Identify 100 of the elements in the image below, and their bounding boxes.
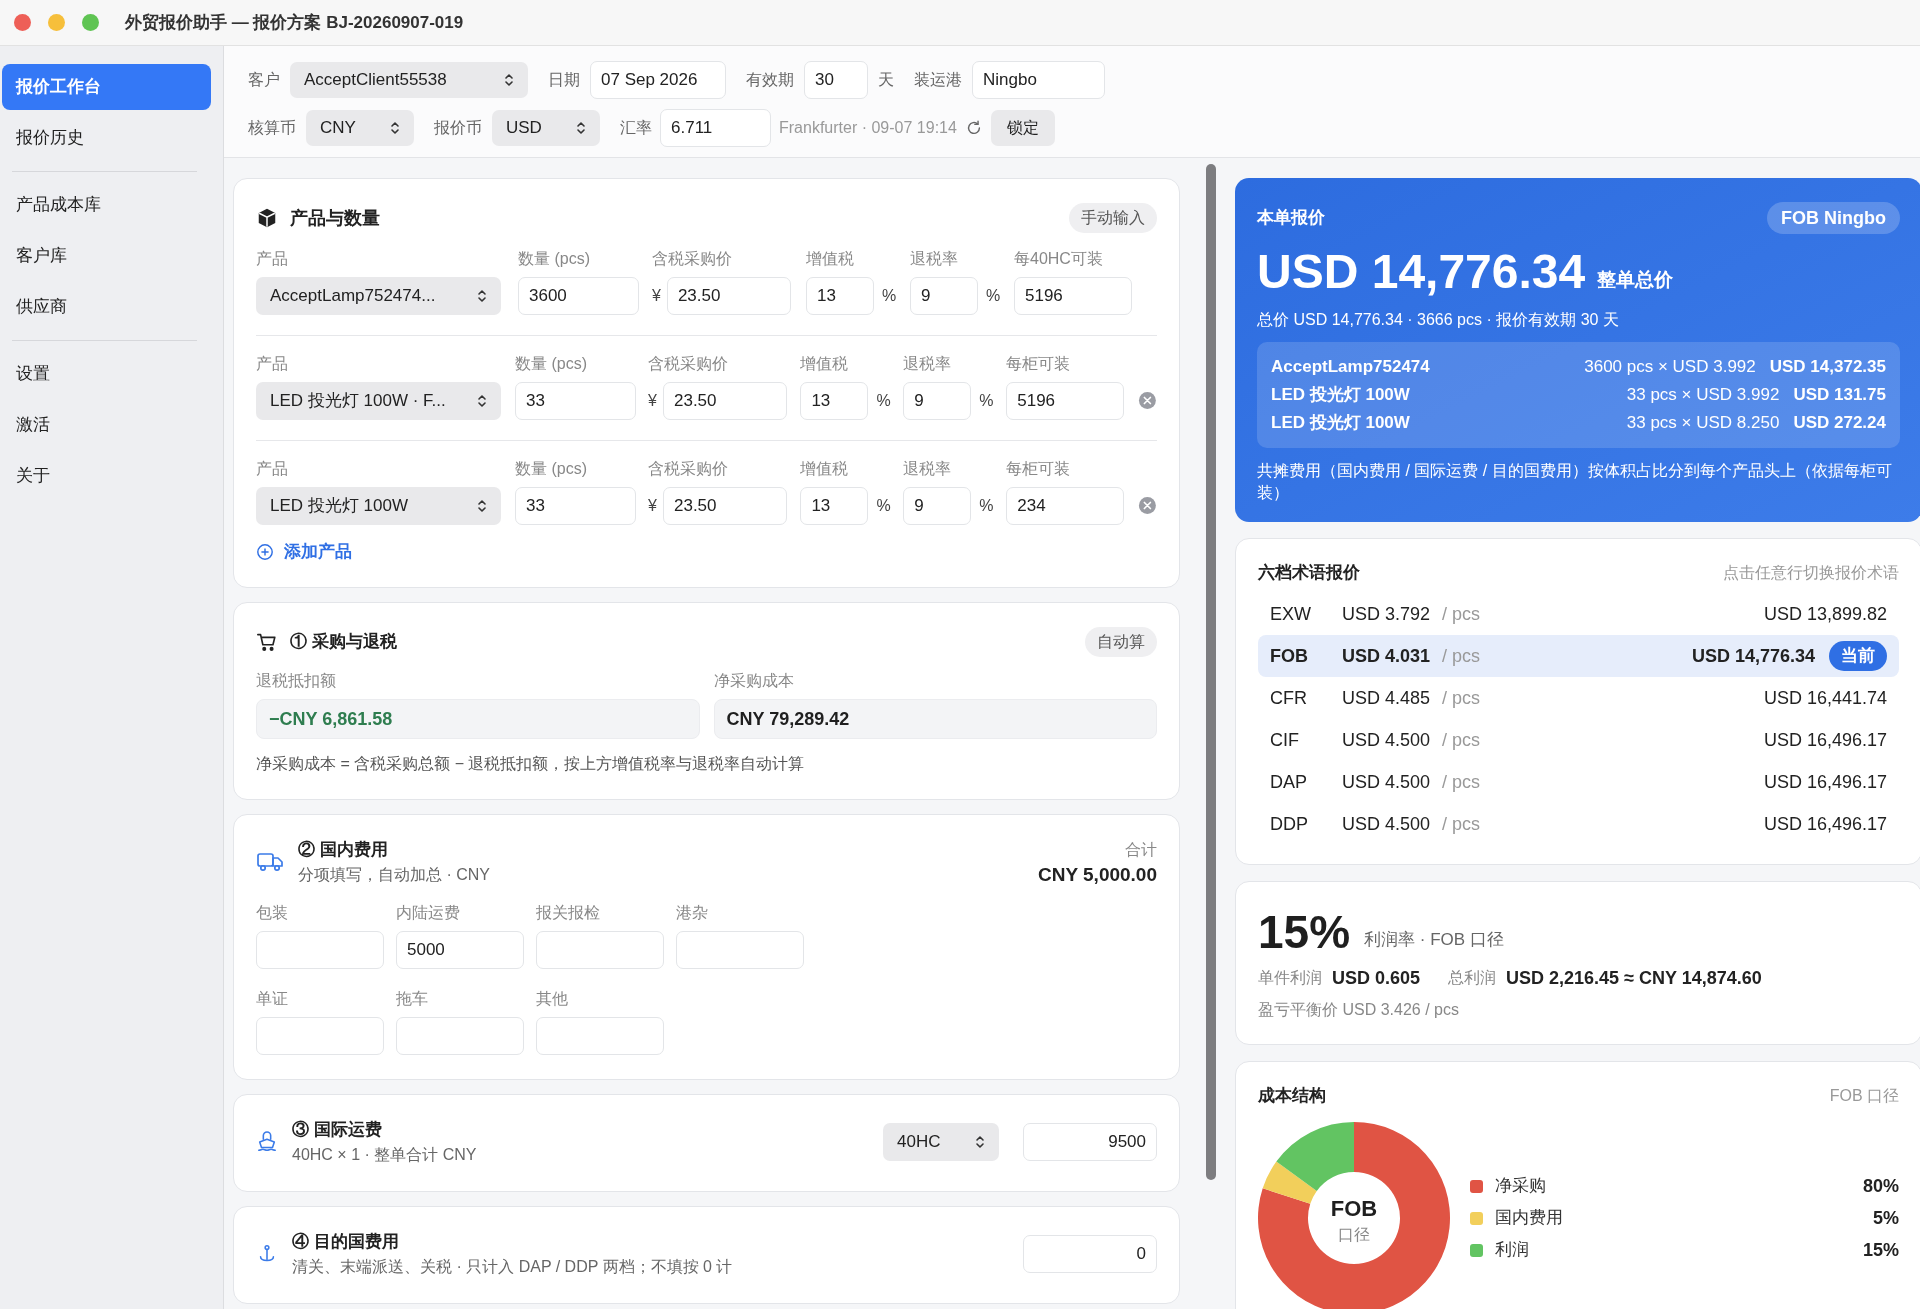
chevron-icon	[504, 72, 514, 88]
sidebar-item[interactable]: 激活	[2, 402, 211, 448]
cost-field[interactable]	[536, 931, 664, 969]
line-total: USD 14,372.35	[1769, 356, 1886, 379]
field-label: 单证	[256, 989, 289, 1009]
client-select[interactable]: AcceptClient55538	[290, 62, 528, 98]
capacity-field[interactable]: 5196	[1006, 382, 1125, 420]
term-row[interactable]: FOB USD 4.031 / pcs USD 14,776.34 当前	[1258, 635, 1899, 677]
total-amount: USD 14,776.34	[1257, 244, 1586, 300]
card-title: ④ 目的国费用	[292, 1231, 400, 1253]
unit-label: %	[986, 286, 1001, 306]
legend-label: 利润	[1495, 1239, 1529, 1262]
zoom-button[interactable]	[82, 14, 99, 31]
legend-value: 5%	[1873, 1206, 1899, 1230]
quantity-field[interactable]: 33	[515, 487, 637, 525]
card-title: ① 采购与退税	[290, 631, 397, 654]
add-product-button[interactable]: 添加产品	[256, 541, 352, 563]
sidebar-item[interactable]: 产品成本库	[2, 182, 211, 228]
cost-field[interactable]	[396, 1017, 524, 1055]
chevron-icon	[477, 288, 487, 304]
lock-button[interactable]: 锁定	[990, 110, 1055, 146]
hint-text: 点击任意行切换报价术语	[1723, 563, 1899, 583]
quantity-field[interactable]: 3600	[518, 277, 639, 315]
unit-label: %	[876, 496, 891, 516]
cube-icon	[256, 207, 278, 229]
refund-field[interactable]: 9	[903, 382, 972, 420]
quantity-field[interactable]: 33	[515, 382, 637, 420]
legend-value: 15%	[1862, 1238, 1899, 1262]
ship-icon	[256, 1131, 278, 1153]
capacity-field[interactable]: 234	[1006, 487, 1125, 525]
vat-field[interactable]: 13	[806, 277, 874, 315]
cost-field[interactable]: 5000	[396, 931, 524, 969]
sidebar-item[interactable]: 客户库	[2, 233, 211, 279]
line-calculation: 33 pcs × USD 3.992	[1626, 384, 1780, 407]
field-label: 天	[878, 70, 894, 90]
term-row[interactable]: CFR USD 4.485 / pcs USD 16,441.74	[1258, 677, 1899, 719]
column-label: 产品	[256, 249, 289, 269]
refund-field[interactable]: 9	[903, 487, 972, 525]
term-row[interactable]: DAP USD 4.500 / pcs USD 16,496.17	[1258, 761, 1899, 803]
field-label: 退税抵扣额	[256, 671, 337, 691]
total-amount: CNY 5,000.00	[1038, 863, 1157, 887]
column-label: 退税率	[910, 249, 959, 269]
currency-select[interactable]: CNY	[306, 110, 414, 146]
destination-field[interactable]: 0	[1023, 1235, 1157, 1273]
chevron-icon	[477, 498, 487, 514]
amount-caption: 整单总价	[1597, 267, 1674, 292]
chevron-icon	[576, 120, 586, 136]
sidebar-item[interactable]: 关于	[2, 453, 211, 499]
rate-field[interactable]: 6.711	[660, 109, 771, 147]
vat-field[interactable]: 13	[800, 382, 869, 420]
currency-symbol: ¥	[652, 286, 661, 306]
term-badge: FOB Ningbo	[1767, 202, 1900, 234]
refund-field[interactable]: 9	[910, 277, 978, 315]
column-label: 增值税	[800, 459, 850, 479]
line-calculation: 33 pcs × USD 8.250	[1626, 412, 1780, 435]
card-title: 成本结构	[1258, 1085, 1326, 1108]
cost-field[interactable]	[676, 931, 804, 969]
hint-text: FOB 口径	[1829, 1086, 1899, 1106]
validity-field[interactable]: 30	[804, 61, 868, 99]
cost-field[interactable]	[256, 1017, 384, 1055]
chevron-icon	[975, 1134, 985, 1150]
capacity-field[interactable]: 5196	[1014, 277, 1132, 315]
product-select[interactable]: LED 投光灯 100W · F...	[256, 382, 501, 420]
field-label: 客户	[248, 70, 280, 90]
column-label: 产品	[256, 354, 289, 374]
product-select[interactable]: LED 投光灯 100W	[256, 487, 501, 525]
cost-field[interactable]	[256, 931, 384, 969]
cost-field[interactable]	[536, 1017, 664, 1055]
term-row[interactable]: CIF USD 4.500 / pcs USD 16,496.17	[1258, 719, 1899, 761]
unit-label: %	[979, 391, 994, 411]
sidebar-item[interactable]: 报价工作台	[2, 64, 211, 110]
field-label: 汇率	[620, 118, 652, 138]
price-field[interactable]: 23.50	[662, 382, 787, 420]
scrollbar-thumb[interactable]	[1206, 164, 1216, 1180]
sidebar-item[interactable]: 设置	[2, 351, 211, 397]
stat-value: USD 2,216.45 ≈ CNY 14,874.60	[1506, 966, 1762, 990]
remove-icon[interactable]	[1138, 496, 1157, 515]
date-field[interactable]: 07 Sep 2026	[590, 61, 726, 99]
chart-center-subtitle: 口径	[1338, 1226, 1370, 1243]
remove-icon[interactable]	[1138, 391, 1157, 410]
port-field[interactable]: Ningbo	[972, 61, 1105, 99]
field-label: 包装	[256, 903, 289, 923]
currency-select[interactable]: USD	[492, 110, 600, 146]
product-select[interactable]: AcceptLamp752474...	[256, 277, 501, 315]
minimize-button[interactable]	[48, 14, 65, 31]
term-row[interactable]: DDP USD 4.500 / pcs USD 16,496.17	[1258, 803, 1899, 845]
legend-label: 国内费用	[1495, 1207, 1563, 1230]
field-label: 核算币	[248, 118, 296, 138]
vat-field[interactable]: 13	[800, 487, 869, 525]
sidebar-item[interactable]: 报价历史	[2, 115, 211, 161]
price-field[interactable]: 23.50	[666, 277, 791, 315]
card-subtitle: 分项填写，自动加总 · CNY	[298, 865, 490, 885]
container-select[interactable]: 40HC	[883, 1123, 999, 1161]
term-row[interactable]: EXW USD 3.792 / pcs USD 13,899.82	[1258, 593, 1899, 635]
price-field[interactable]: 23.50	[662, 487, 787, 525]
freight-field[interactable]: 9500	[1023, 1123, 1157, 1161]
sidebar-item[interactable]: 供应商	[2, 284, 211, 330]
stat-label: 总利润	[1448, 968, 1497, 988]
stat-label: 单件利润	[1258, 968, 1322, 988]
close-button[interactable]	[14, 14, 31, 31]
